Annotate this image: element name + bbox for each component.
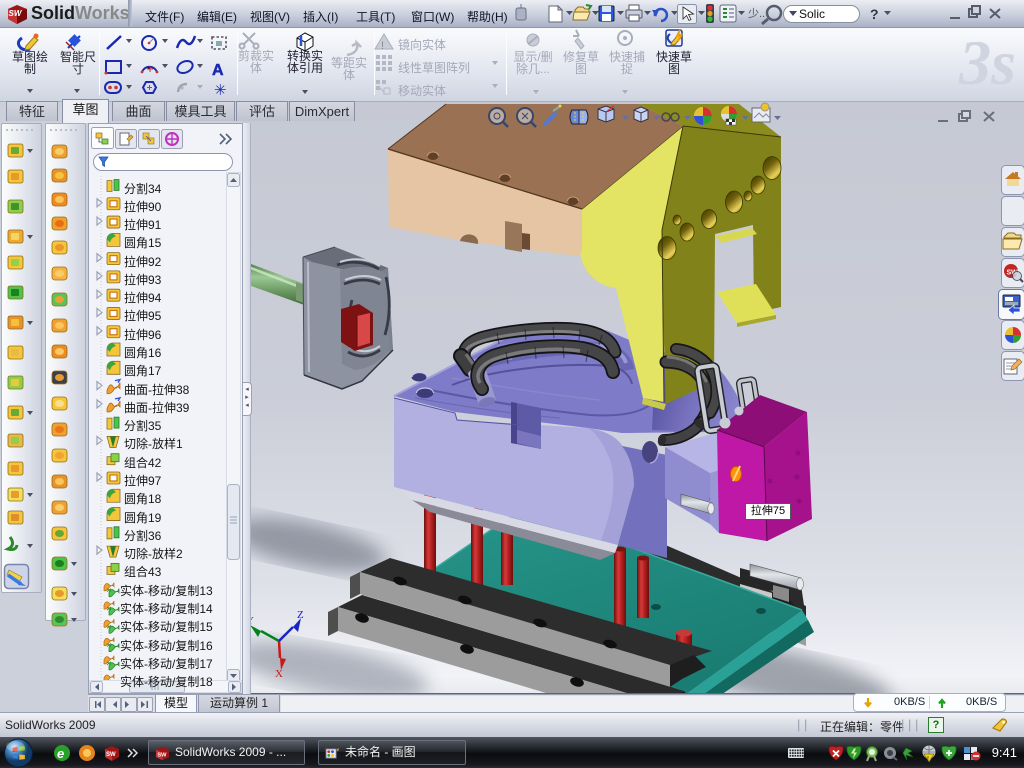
- svg-text:!: !: [927, 756, 929, 762]
- svg-text:SW: SW: [157, 752, 167, 758]
- svg-text:A: A: [212, 62, 224, 79]
- svg-text:?: ?: [870, 6, 879, 22]
- svg-text:e: e: [57, 746, 64, 761]
- svg-text:X: X: [275, 668, 283, 680]
- svg-text:SW: SW: [106, 752, 116, 758]
- svg-text:✳: ✳: [214, 82, 227, 99]
- svg-text:少..: 少..: [748, 7, 765, 20]
- svg-text:Z: Z: [297, 609, 304, 621]
- svg-text:!: !: [381, 40, 384, 52]
- svg-text:Solic: Solic: [799, 7, 825, 21]
